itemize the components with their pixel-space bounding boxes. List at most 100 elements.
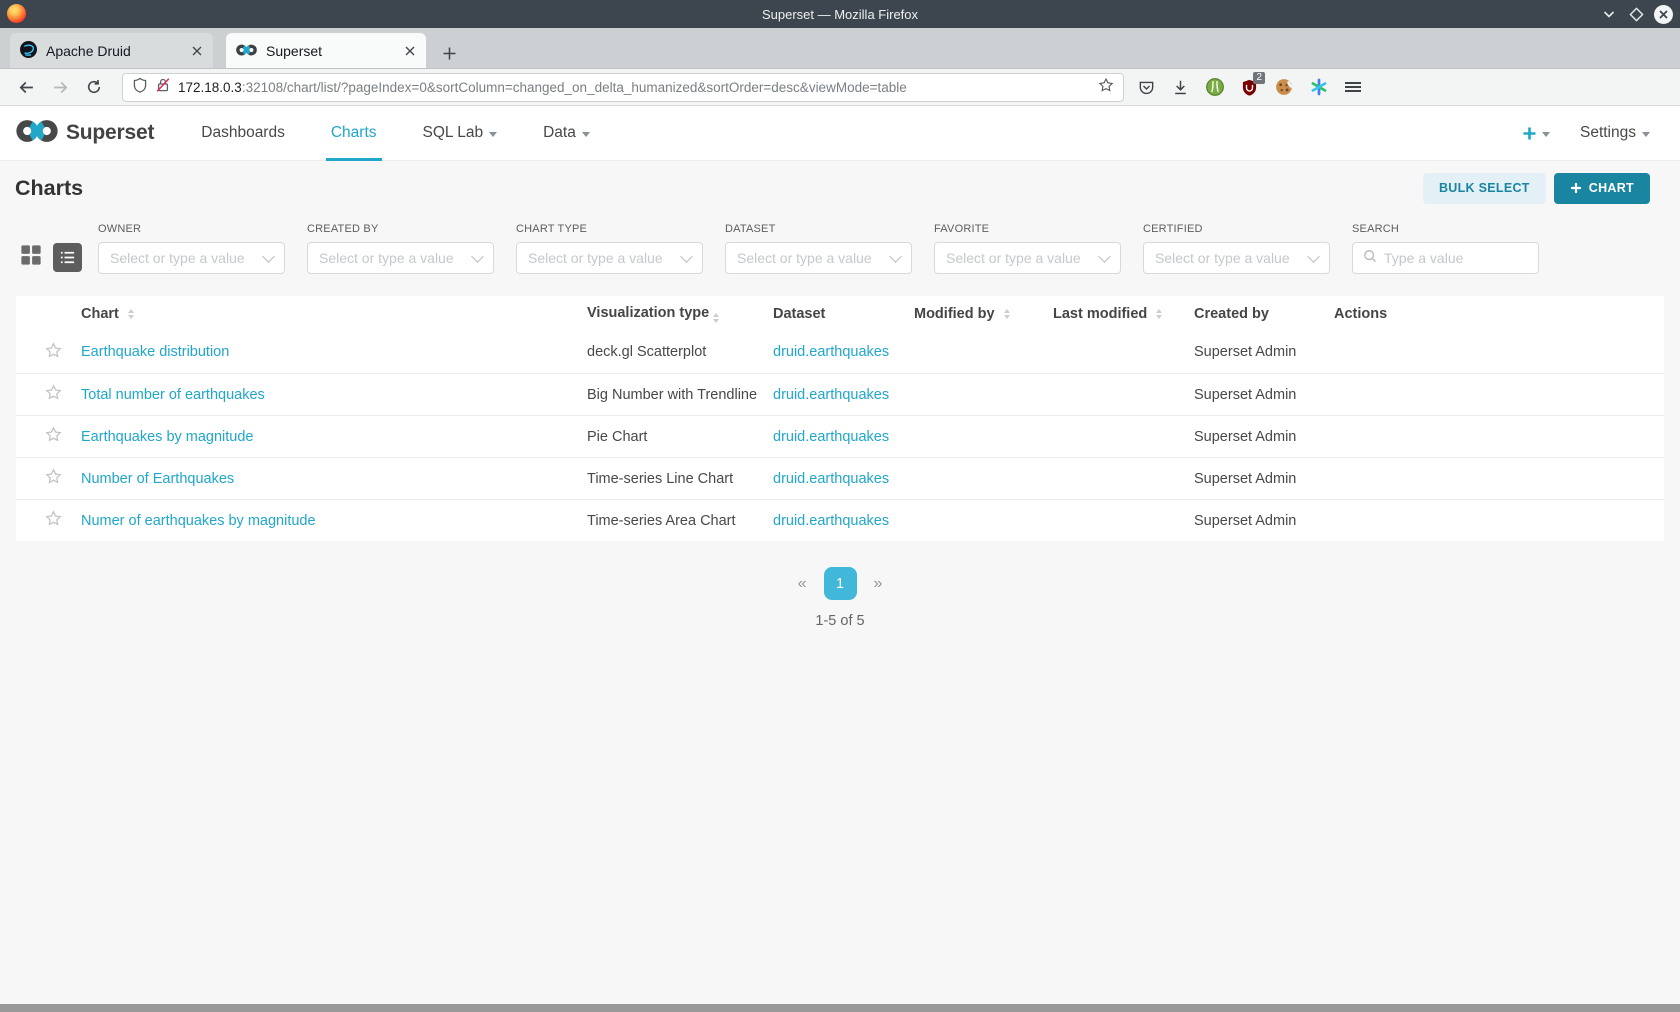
dataset-link[interactable]: druid.earthquakes — [773, 471, 889, 487]
column-header-last-modified[interactable]: Last modified — [1053, 306, 1194, 322]
favorite-select[interactable]: Select or type a value — [934, 242, 1121, 274]
sort-icon[interactable] — [713, 313, 719, 323]
url-text[interactable]: 172.18.0.3:32108/chart/list/?pageIndex=0… — [178, 80, 1091, 95]
container-asterisk-icon[interactable] — [1310, 78, 1328, 96]
browser-toolbar: 172.18.0.3:32108/chart/list/?pageIndex=0… — [0, 68, 1680, 106]
pocket-icon[interactable] — [1138, 79, 1155, 96]
table-header-row: Chart Visualization type Dataset Modifie… — [16, 296, 1664, 331]
list-view-icon[interactable] — [53, 243, 82, 272]
plus-icon — [1522, 126, 1537, 141]
chart-type-select[interactable]: Select or type a value — [516, 242, 703, 274]
column-header-chart[interactable]: Chart — [81, 306, 587, 322]
superset-brand[interactable]: Superset — [16, 119, 154, 148]
cookie-icon[interactable] — [1275, 78, 1293, 96]
dataset-link[interactable]: druid.earthquakes — [773, 429, 889, 445]
chevron-down-icon — [680, 250, 693, 263]
filter-dataset: DATASET Select or type a value — [725, 223, 912, 274]
dataset-select[interactable]: Select or type a value — [725, 242, 912, 274]
viz-type-cell: deck.gl Scatterplot — [587, 344, 773, 360]
table-row: Earthquakes by magnitude Pie Chart druid… — [16, 415, 1664, 457]
charts-table: Chart Visualization type Dataset Modifie… — [16, 296, 1664, 541]
window-maximize-icon[interactable] — [1627, 5, 1645, 23]
created-by-cell: Superset Admin — [1194, 344, 1334, 360]
window-minimize-icon[interactable] — [1600, 5, 1618, 23]
viz-type-cell: Pie Chart — [587, 429, 773, 445]
chevron-down-icon — [262, 250, 275, 263]
page-header: Charts BULK SELECT CHART — [0, 161, 1680, 215]
bulk-select-button[interactable]: BULK SELECT — [1423, 173, 1546, 204]
search-icon — [1363, 249, 1377, 268]
chevron-down-icon — [489, 132, 497, 137]
column-header-modified-by[interactable]: Modified by — [914, 306, 1053, 322]
back-icon[interactable] — [12, 73, 40, 101]
superset-favicon-icon — [236, 43, 257, 59]
nav-item-charts[interactable]: Charts — [308, 106, 400, 161]
filter-bar: OWNER Select or type a value CREATED BY … — [0, 215, 1680, 288]
shield-icon[interactable] — [132, 77, 148, 98]
url-bar[interactable]: 172.18.0.3:32108/chart/list/?pageIndex=0… — [122, 73, 1124, 102]
table-row: Earthquake distribution deck.gl Scatterp… — [16, 331, 1664, 373]
next-page-button[interactable]: » — [870, 575, 887, 593]
chart-link[interactable]: Earthquakes by magnitude — [81, 429, 254, 445]
sort-icon[interactable] — [1156, 309, 1162, 319]
firefox-logo-icon — [7, 4, 26, 23]
column-header-created-by: Created by — [1194, 306, 1334, 322]
bookmark-star-icon[interactable] — [1098, 77, 1114, 98]
page-1-button[interactable]: 1 — [824, 567, 857, 600]
favorite-star-icon[interactable] — [45, 384, 62, 405]
reload-icon[interactable] — [80, 73, 108, 101]
new-tab-button[interactable] — [442, 46, 457, 61]
pagination: « 1 » — [0, 567, 1680, 600]
plus-icon — [1570, 182, 1582, 194]
owner-select[interactable]: Select or type a value — [98, 242, 285, 274]
downloads-icon[interactable] — [1172, 79, 1189, 96]
nav-item-data[interactable]: Data — [520, 106, 613, 161]
ublock-icon[interactable]: 2 — [1241, 79, 1258, 96]
nav-item-dashboards[interactable]: Dashboards — [178, 106, 308, 161]
chevron-down-icon — [582, 132, 590, 137]
search-input[interactable] — [1384, 250, 1528, 266]
favorite-star-icon[interactable] — [45, 510, 62, 531]
filter-search: SEARCH — [1352, 223, 1539, 274]
menu-hamburger-icon[interactable] — [1345, 80, 1361, 94]
chevron-down-icon — [1542, 132, 1550, 137]
dataset-link[interactable]: druid.earthquakes — [773, 344, 889, 360]
new-chart-button[interactable]: CHART — [1554, 173, 1650, 204]
privacy-badger-icon[interactable] — [1206, 78, 1224, 96]
chart-link[interactable]: Total number of earthquakes — [81, 387, 265, 403]
settings-menu[interactable]: Settings — [1580, 124, 1650, 142]
window-controls — [1600, 0, 1673, 28]
chart-link[interactable]: Numer of earthquakes by magnitude — [81, 513, 316, 529]
nav-item-sql-lab[interactable]: SQL Lab — [400, 106, 521, 161]
chevron-down-icon — [1642, 132, 1650, 137]
new-item-menu[interactable] — [1522, 126, 1550, 141]
druid-favicon-icon — [20, 41, 37, 61]
insecure-lock-icon[interactable] — [155, 77, 171, 98]
favorite-star-icon[interactable] — [45, 426, 62, 447]
chart-link[interactable]: Number of Earthquakes — [81, 471, 234, 487]
dataset-link[interactable]: druid.earthquakes — [773, 387, 889, 403]
tab-close-icon[interactable] — [191, 45, 203, 57]
favorite-star-icon[interactable] — [45, 342, 62, 363]
url-host: 172.18.0.3 — [178, 80, 242, 95]
prev-page-button[interactable]: « — [794, 575, 811, 593]
card-view-icon[interactable] — [20, 244, 42, 271]
certified-select[interactable]: Select or type a value — [1143, 242, 1330, 274]
tab-close-icon[interactable] — [404, 45, 416, 57]
created-by-cell: Superset Admin — [1194, 387, 1334, 403]
created-by-select[interactable]: Select or type a value — [307, 242, 494, 274]
dataset-link[interactable]: druid.earthquakes — [773, 513, 889, 529]
column-header-dataset: Dataset — [773, 306, 914, 322]
sort-icon[interactable] — [1004, 309, 1010, 319]
superset-logo-icon — [16, 119, 58, 148]
navbar-right: Settings — [1522, 124, 1664, 142]
favorite-star-icon[interactable] — [45, 468, 62, 489]
window-close-icon[interactable] — [1654, 5, 1673, 24]
sort-icon[interactable] — [128, 309, 134, 319]
created-by-cell: Superset Admin — [1194, 429, 1334, 445]
tab-apache-druid[interactable]: Apache Druid — [10, 33, 213, 68]
tab-superset[interactable]: Superset — [226, 33, 426, 68]
chart-link[interactable]: Earthquake distribution — [81, 344, 229, 360]
column-header-viz-type[interactable]: Visualization type — [587, 305, 773, 323]
forward-icon[interactable] — [46, 73, 74, 101]
